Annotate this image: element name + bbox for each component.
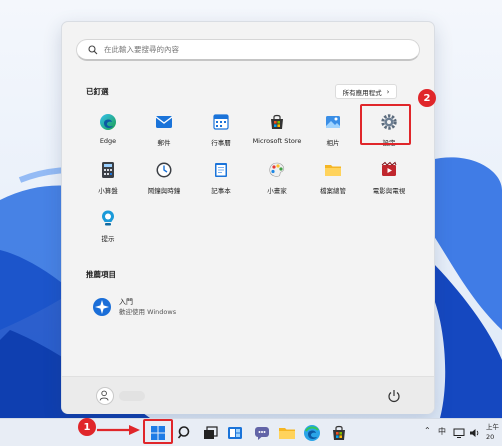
user-name-redacted[interactable]: [119, 391, 145, 401]
pinned-app-edge[interactable]: Edge: [80, 107, 136, 157]
pinned-app-paint[interactable]: 小畫家: [249, 155, 305, 205]
mail-icon: [155, 116, 173, 128]
pinned-app-movies-tv[interactable]: 電影與電視: [361, 155, 417, 205]
chevron-up-icon[interactable]: ⌃: [424, 426, 431, 435]
pinned-app-tips[interactable]: 提示: [80, 203, 136, 253]
pinned-section-title: 已釘選: [86, 87, 109, 96]
pinned-app-photos[interactable]: 相片: [305, 107, 361, 157]
app-label: 鬧鐘與時鐘: [147, 187, 181, 195]
pinned-app-microsoft-store[interactable]: Microsoft Store: [249, 107, 305, 157]
file-explorer-icon[interactable]: [278, 424, 296, 442]
app-label: 檔案總管: [320, 187, 346, 195]
microsoft-store-icon[interactable]: [330, 424, 348, 442]
recommended-item-title: 入門: [119, 298, 133, 306]
app-label: Edge: [99, 137, 117, 145]
clock-year: 20: [486, 433, 495, 441]
search-placeholder: 在此輸入要搜尋的內容: [104, 45, 179, 54]
step-2-badge: 2: [418, 89, 436, 107]
calendar-icon: [213, 114, 229, 130]
all-apps-button[interactable]: 所有應用程式 ›: [335, 84, 397, 99]
ime-indicator[interactable]: 中: [438, 426, 446, 437]
movies-icon: [381, 161, 397, 176]
all-apps-label: 所有應用程式: [342, 88, 382, 97]
paint-icon: [269, 162, 285, 177]
app-label: 行事曆: [211, 139, 231, 147]
pinned-app-file-explorer[interactable]: 檔案總管: [305, 155, 361, 205]
chevron-right-icon: ›: [386, 87, 390, 96]
folder-icon: [325, 165, 341, 176]
start-button-highlight-box: [143, 419, 173, 444]
app-label: 小畫家: [267, 187, 287, 195]
photos-icon: [326, 116, 340, 128]
start-search-box[interactable]: 在此輸入要搜尋的內容: [76, 39, 420, 61]
clock-icon: [156, 162, 172, 178]
pinned-app-calendar[interactable]: 行事曆: [193, 107, 249, 157]
recommended-item-subtitle: 歡迎使用 Windows: [119, 308, 177, 316]
notepad-icon: [215, 163, 227, 177]
app-label: 提示: [101, 235, 115, 243]
user-avatar[interactable]: [96, 387, 114, 405]
search-icon[interactable]: [176, 424, 194, 442]
start-menu-footer: [62, 376, 434, 414]
volume-icon[interactable]: [469, 427, 481, 439]
annotation-arrow-icon: [97, 425, 140, 435]
app-label: 記事本: [211, 187, 231, 195]
app-label: Microsoft Store: [252, 137, 302, 145]
taskbar-clock[interactable]: 上午 20: [486, 422, 499, 442]
recommended-item-get-started[interactable]: 入門 歡迎使用 Windows: [92, 294, 176, 320]
tips-icon: [102, 210, 114, 226]
search-icon: [88, 44, 98, 54]
pinned-app-notepad[interactable]: 記事本: [193, 155, 249, 205]
get-started-icon: [93, 298, 111, 316]
store-icon: [271, 114, 283, 129]
start-menu: 在此輸入要搜尋的內容 已釘選 所有應用程式 › Edge 郵件 行事曆 Micr…: [61, 21, 435, 414]
power-icon[interactable]: [386, 388, 402, 404]
pinned-app-calculator[interactable]: 小算盤: [80, 155, 136, 205]
pinned-app-alarms-clock[interactable]: 鬧鐘與時鐘: [136, 155, 192, 205]
calculator-icon: [102, 162, 114, 178]
edge-icon: [100, 114, 116, 130]
pinned-app-mail[interactable]: 郵件: [136, 107, 192, 157]
edge-browser-icon[interactable]: [303, 424, 321, 442]
taskbar: ⌃ 中 上午 20: [0, 418, 502, 446]
user-icon: [99, 390, 109, 401]
app-label: 相片: [326, 139, 340, 147]
task-view-icon[interactable]: [201, 424, 219, 442]
widgets-icon[interactable]: [226, 424, 244, 442]
chat-icon[interactable]: [253, 424, 271, 442]
app-label: 電影與電視: [372, 187, 406, 195]
step-1-badge: 1: [78, 418, 96, 436]
app-label: 小算盤: [98, 187, 118, 195]
app-label: 郵件: [157, 139, 171, 147]
clock-period: 上午: [486, 423, 499, 431]
recommended-section-title: 推薦項目: [86, 270, 116, 279]
settings-highlight-box: [360, 104, 411, 145]
network-icon[interactable]: [453, 427, 465, 439]
